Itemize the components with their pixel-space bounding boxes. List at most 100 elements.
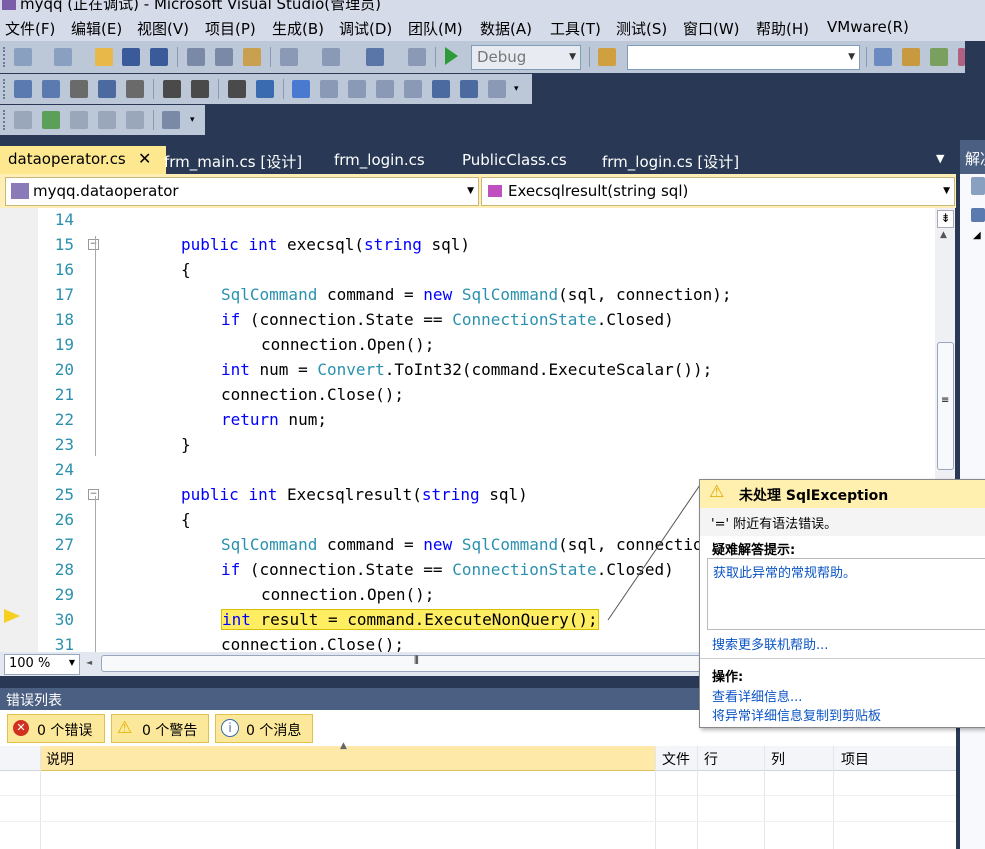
chevron-down-icon[interactable]: ▾ [514, 84, 519, 94]
column-description-header[interactable]: 说明 ▲ [40, 741, 655, 771]
step-into-icon[interactable] [14, 111, 32, 129]
find-in-files-icon[interactable] [598, 48, 616, 66]
toolbar-grip[interactable] [3, 110, 8, 130]
code-line[interactable]: 22 return num; [0, 408, 935, 433]
navigate-backward-icon[interactable] [366, 48, 384, 66]
zoom-combo[interactable]: 100 % ▼ [4, 654, 80, 675]
menu-data[interactable]: 数据(A) [480, 18, 532, 39]
tab-frm-login-cs[interactable]: frm_login.cs [334, 147, 425, 173]
toolbar-grip[interactable] [3, 47, 8, 67]
code-line[interactable]: 23 } [0, 433, 935, 458]
tab-frm-main-design[interactable]: frm_main.cs [设计] [164, 147, 302, 173]
decrease-indent-icon[interactable] [163, 80, 181, 98]
parameter-info-icon[interactable] [42, 80, 60, 98]
collapse-icon[interactable]: − [88, 489, 99, 500]
errors-filter-button[interactable]: ✕ 0 个错误 [7, 714, 105, 743]
code-line[interactable]: 21 connection.Close(); [0, 383, 935, 408]
member-combo[interactable]: Execsqlresult(string sql) ▼ [481, 177, 955, 206]
messages-filter-button[interactable]: i 0 个消息 [215, 714, 313, 743]
previous-bookmark-icon[interactable] [320, 80, 338, 98]
step-over-icon[interactable] [70, 111, 88, 129]
close-icon[interactable]: ✕ [138, 149, 151, 168]
navigate-forward-icon[interactable] [408, 48, 426, 66]
display-object-member-list-icon[interactable] [14, 80, 32, 98]
toggle-bookmark-icon[interactable] [292, 80, 310, 98]
column-file-header[interactable]: 文件 [662, 749, 690, 773]
menu-tools[interactable]: 工具(T) [550, 18, 601, 39]
save-icon[interactable] [122, 48, 140, 66]
warnings-filter-button[interactable]: ⚠ 0 个警告 [111, 714, 209, 743]
redo-icon[interactable] [322, 48, 340, 66]
menu-view[interactable]: 视图(V) [137, 18, 189, 39]
menu-vmware[interactable]: VMware(R) [827, 18, 909, 36]
scroll-left-icon[interactable]: ◄ [86, 658, 92, 667]
quick-info-icon[interactable] [70, 80, 88, 98]
tab-publicclass-cs[interactable]: PublicClass.cs [462, 147, 567, 173]
uncomment-lines-icon[interactable] [256, 80, 274, 98]
previous-bookmark-in-folder-icon[interactable] [376, 80, 394, 98]
next-bookmark-in-document-icon[interactable] [460, 80, 478, 98]
cut-icon[interactable] [187, 48, 205, 66]
menu-team[interactable]: 团队(M) [408, 18, 463, 39]
general-help-link[interactable]: 获取此异常的常规帮助。 [713, 562, 856, 581]
code-line[interactable]: 16 { [0, 258, 935, 283]
save-all-icon[interactable] [150, 48, 168, 66]
code-line[interactable]: 14 [0, 208, 935, 233]
toolbar-grip[interactable] [3, 79, 8, 99]
column-column-header[interactable]: 列 [771, 749, 785, 773]
copy-icon[interactable] [215, 48, 233, 66]
bookmark-list-icon[interactable] [126, 80, 144, 98]
tab-dropdown-icon[interactable]: ▼ [936, 152, 944, 165]
toolbox-icon[interactable] [958, 48, 965, 66]
menu-file[interactable]: 文件(F) [5, 18, 55, 39]
collapse-icon[interactable]: − [88, 239, 99, 250]
code-line[interactable]: 18 if (connection.State == ConnectionSta… [0, 308, 935, 333]
breakpoints-icon[interactable] [126, 111, 144, 129]
menu-build[interactable]: 生成(B) [272, 18, 324, 39]
show-threads-icon[interactable] [162, 111, 180, 129]
paste-icon[interactable] [243, 48, 261, 66]
find-combo[interactable]: ▼ [627, 45, 860, 70]
solution-explorer-icon[interactable] [874, 48, 892, 66]
view-detail-link[interactable]: 查看详细信息... [712, 686, 802, 705]
search-online-help-link[interactable]: 搜索更多联机帮助... [712, 634, 828, 653]
menu-debug[interactable]: 调试(D) [339, 18, 392, 39]
tab-frm-login-design[interactable]: frm_login.cs [设计] [602, 147, 739, 173]
menu-project[interactable]: 项目(P) [205, 18, 256, 39]
step-out-icon[interactable] [98, 111, 116, 129]
properties-icon[interactable] [902, 48, 920, 66]
horizontal-scroll-thumb[interactable]: ⦀ [101, 654, 703, 672]
expand-arrow-icon[interactable]: ◢ [973, 230, 981, 241]
column-line-header[interactable]: 行 [704, 749, 718, 773]
solution-config-combo[interactable]: Debug ▼ [471, 45, 581, 70]
new-project-icon[interactable] [14, 48, 32, 66]
menu-window[interactable]: 窗口(W) [683, 18, 740, 39]
menu-test[interactable]: 测试(S) [616, 18, 667, 39]
exception-assistant[interactable]: ⚠ 未处理 SqlException '=' 附近有语法错误。 疑难解答提示: … [699, 479, 985, 728]
copy-exception-detail-link[interactable]: 将异常详细信息复制到剪贴板 [712, 705, 881, 724]
scroll-thumb[interactable]: ≡ [937, 342, 954, 470]
run-to-cursor-icon[interactable] [42, 111, 60, 129]
next-bookmark-in-folder-icon[interactable] [404, 80, 422, 98]
chevron-down-icon[interactable]: ▾ [190, 115, 195, 125]
column-project-header[interactable]: 项目 [841, 749, 869, 773]
increase-indent-icon[interactable] [191, 80, 209, 98]
code-line[interactable]: 19 connection.Open(); [0, 333, 935, 358]
indicator-margin[interactable] [0, 208, 38, 652]
object-browser-icon[interactable] [930, 48, 948, 66]
previous-bookmark-in-document-icon[interactable] [432, 80, 450, 98]
menu-edit[interactable]: 编辑(E) [71, 18, 122, 39]
solution-explorer-title[interactable]: 解决 [960, 140, 985, 174]
code-line[interactable]: 15 − public int execsql(string sql) [0, 233, 935, 258]
scroll-up-icon[interactable]: ▲ [940, 230, 947, 240]
comment-lines-icon[interactable] [228, 80, 246, 98]
complete-word-icon[interactable] [98, 80, 116, 98]
open-file-icon[interactable] [95, 48, 113, 66]
start-debugging-icon[interactable] [445, 47, 458, 65]
type-combo[interactable]: myqq.dataoperator ▼ [5, 177, 479, 206]
properties-icon[interactable] [971, 177, 985, 195]
menu-help[interactable]: 帮助(H) [756, 18, 809, 39]
next-bookmark-icon[interactable] [348, 80, 366, 98]
clear-bookmarks-icon[interactable] [488, 80, 506, 98]
tab-dataoperator-cs[interactable]: dataoperator.cs ✕ [0, 146, 166, 174]
